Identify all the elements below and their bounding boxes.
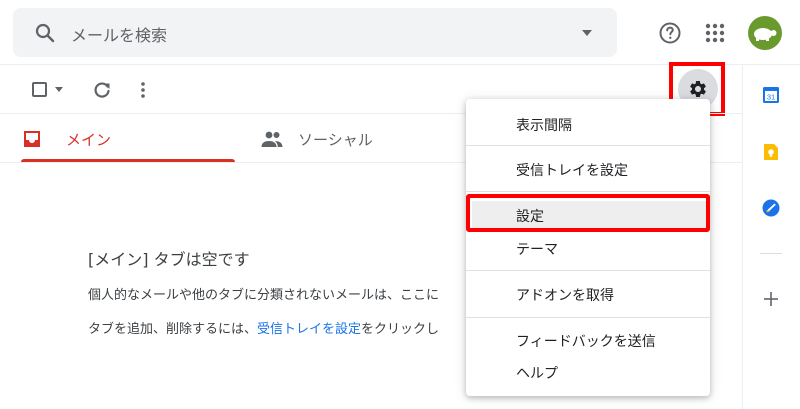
configure-inbox-link[interactable]: 受信トレイを設定 [257,322,361,337]
side-panel-divider [742,64,743,409]
settings-item-highlight-box [466,194,710,232]
inbox-icon[interactable] [22,129,42,149]
settings-menu: 表示間隔 受信トレイを設定 設定 テーマ アドオンを取得 フィードバックを送信 … [466,99,710,396]
add-icon[interactable] [763,291,779,307]
tasks-icon[interactable] [762,199,780,217]
menu-item-send-feedback[interactable]: フィードバックを送信 [516,331,656,351]
menu-item-help[interactable]: ヘルプ [516,363,558,383]
menu-separator [466,270,710,271]
menu-separator [466,191,710,192]
calendar-icon[interactable]: 31 [762,86,780,104]
tab-social[interactable]: ソーシャル [298,129,373,150]
keep-icon[interactable] [762,143,780,161]
side-panel-separator [760,253,782,254]
empty-state-title: [メイン] タブは空です [88,250,250,269]
search-bar[interactable]: メールを検索 [13,8,617,57]
search-input[interactable]: メールを検索 [71,22,167,46]
avatar[interactable] [748,16,782,50]
apps-icon[interactable] [703,21,727,45]
hint-prefix: タブを追加、削除するには、 [88,322,258,337]
menu-separator [466,145,710,146]
select-caret-down-icon[interactable] [55,87,63,93]
help-icon[interactable] [658,21,682,45]
menu-separator [466,317,710,318]
people-icon[interactable] [260,128,284,150]
tab-main[interactable]: メイン [66,129,111,150]
more-vert-icon[interactable] [133,80,153,100]
calendar-day-label: 31 [767,93,775,102]
menu-item-display-density[interactable]: 表示間隔 [516,115,572,135]
menu-item-themes[interactable]: テーマ [516,239,558,259]
hint-suffix: をクリックし [361,322,440,337]
search-options-caret-icon[interactable] [581,28,593,38]
turtle-avatar-icon [754,28,777,41]
select-all-checkbox[interactable] [32,82,47,97]
refresh-icon[interactable] [92,80,112,100]
empty-state-hint: タブを追加、削除するには、受信トレイを設定をクリックし [88,318,439,337]
menu-item-get-addons[interactable]: アドオンを取得 [516,285,614,305]
menu-item-configure-inbox[interactable]: 受信トレイを設定 [516,160,628,180]
search-icon[interactable] [33,21,57,45]
empty-state-description: 個人的なメールや他のタブに分類されないメールは、ここに [88,288,440,303]
